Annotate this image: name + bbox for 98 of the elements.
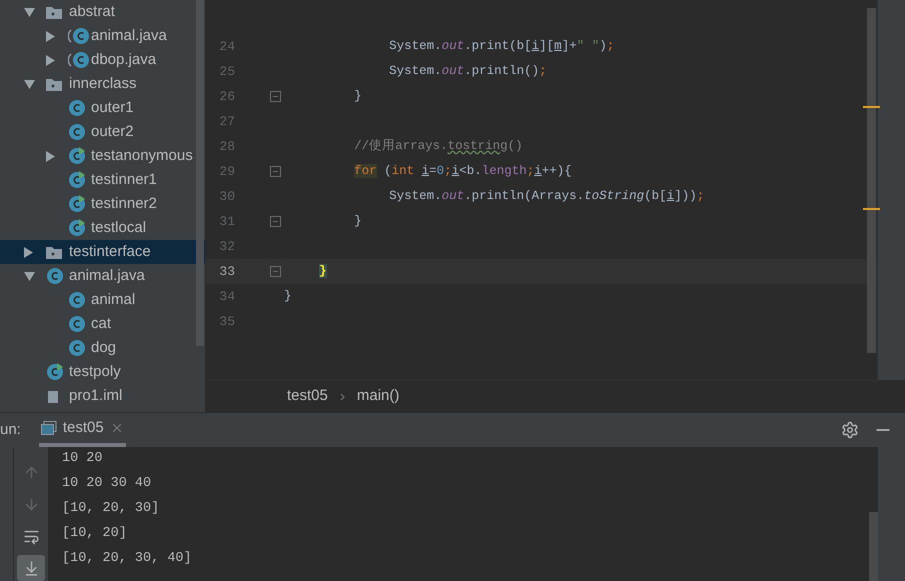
code-line: System.out.print(b[i][m]+" "); (388, 38, 614, 55)
warning-marker (863, 106, 880, 108)
tree-item[interactable]: testlocal (0, 216, 205, 240)
output-line: [10, 20, 30, 40] (62, 550, 193, 568)
collapsed-arrow-icon[interactable] (46, 150, 55, 162)
tree-label: animal.java (69, 266, 145, 286)
tree-item[interactable]: testanonymous (0, 144, 205, 168)
tree-label: dbop.java (91, 50, 156, 70)
line-number: 28 (218, 138, 235, 156)
tree-item[interactable]: animal (0, 288, 205, 312)
fold-icon[interactable] (270, 91, 281, 102)
class-icon (68, 339, 86, 357)
tree-label: testpoly (69, 362, 121, 382)
fold-icon[interactable] (270, 216, 281, 227)
tree-item[interactable]: outer1 (0, 96, 205, 120)
class-run-icon (68, 147, 86, 165)
collapsed-arrow-icon[interactable] (46, 30, 55, 42)
line-number: 31 (218, 212, 235, 231)
tree-item[interactable]: testpoly (0, 360, 205, 384)
class-icon (68, 123, 86, 141)
class-run-icon (68, 195, 86, 213)
chevron-icon (340, 392, 345, 400)
tree-item[interactable]: outer2 (0, 120, 205, 144)
tree-item[interactable]: abstrat (0, 0, 205, 24)
code-line: for (int i=0;i<b.length;i++){ (353, 162, 572, 180)
tree-item[interactable]: innerclass (0, 72, 205, 96)
line-number: 33 (218, 262, 235, 281)
tree-label: cat (91, 314, 112, 334)
tree-label: outer1 (91, 98, 134, 118)
code-line: } (353, 88, 362, 105)
class-icon (68, 99, 86, 117)
tree-item[interactable]: dog (0, 336, 205, 360)
tree-item[interactable]: animal.java (0, 264, 205, 288)
folder-icon (46, 246, 62, 258)
tree-label: outer2 (91, 122, 134, 142)
panel-label: un: (0, 420, 21, 440)
tree-label: animal (91, 290, 136, 310)
tree-label: testinterface (69, 242, 151, 262)
tree-label: testanonymous (91, 146, 193, 166)
tree-label: testinner1 (91, 170, 157, 190)
tree-label: abstrat (69, 2, 115, 22)
code-line: System.out.println(); (388, 62, 547, 80)
expanded-arrow-icon[interactable] (24, 8, 35, 16)
line-number: 30 (218, 188, 235, 206)
code-line: //使用arrays.tostring() (353, 138, 523, 155)
expanded-arrow-icon[interactable] (24, 80, 35, 88)
tree-item[interactable]: dbop.java (0, 48, 205, 72)
line-number: 27 (218, 112, 235, 131)
tree-item[interactable]: testinner2 (0, 192, 205, 216)
breadcrumb[interactable]: test05 (287, 385, 328, 408)
code-line: } (284, 288, 292, 306)
output-line: 10 20 (62, 450, 104, 468)
code-line: } (353, 212, 362, 230)
line-number: 34 (218, 288, 235, 306)
warning-marker (863, 208, 880, 210)
tree-label: animal.java (91, 26, 167, 46)
settings-icon[interactable] (841, 421, 859, 439)
folder-icon (46, 6, 62, 18)
run-tab[interactable]: test05 (38, 413, 126, 447)
class-icon (68, 315, 86, 333)
output-line: 10 20 30 40 (62, 475, 152, 494)
scroll-to-end-button[interactable] (17, 555, 45, 581)
line-number: 35 (218, 312, 235, 331)
fold-icon[interactable] (270, 266, 281, 277)
tree-item[interactable]: animal.java (0, 24, 205, 48)
line-number: 29 (218, 162, 235, 181)
output-line: [10, 20, 30] (62, 500, 160, 518)
code-line: System.out.println(Arrays.toString(b[i])); (388, 188, 704, 205)
class-icon (46, 267, 64, 285)
class-run-icon (68, 219, 86, 237)
breadcrumb[interactable]: main() (356, 385, 400, 408)
output-line: [10, 20] (62, 525, 128, 544)
collapsed-arrow-icon[interactable] (46, 54, 55, 66)
line-number: 32 (218, 238, 235, 256)
tree-label: testinner2 (91, 194, 157, 214)
folder-icon (46, 78, 62, 90)
fold-icon[interactable] (270, 166, 281, 177)
scrollbar (869, 512, 878, 581)
line-number: 26 (218, 88, 235, 106)
tree-label: testlocal (91, 218, 146, 238)
tree-label: innerclass (69, 74, 137, 94)
line-number: 24 (218, 38, 235, 56)
class-run-icon (68, 171, 86, 189)
line-number: 25 (218, 62, 235, 81)
tree-item[interactable]: pro1.iml (0, 384, 205, 408)
tree-item[interactable]: testinterface (0, 240, 205, 264)
class-run-icon (46, 363, 64, 381)
expanded-arrow-icon[interactable] (24, 272, 35, 280)
tree-label: pro1.iml (69, 386, 122, 406)
tree-item[interactable]: cat (0, 312, 205, 336)
collapsed-arrow-icon[interactable] (24, 246, 33, 258)
abstract-class-icon (68, 27, 90, 45)
console-icon (40, 421, 57, 435)
tree-label: dog (91, 338, 116, 358)
abstract-class-icon (68, 51, 90, 69)
class-icon (68, 291, 86, 309)
file-icon (46, 389, 60, 403)
tree-item[interactable]: testinner1 (0, 168, 205, 192)
